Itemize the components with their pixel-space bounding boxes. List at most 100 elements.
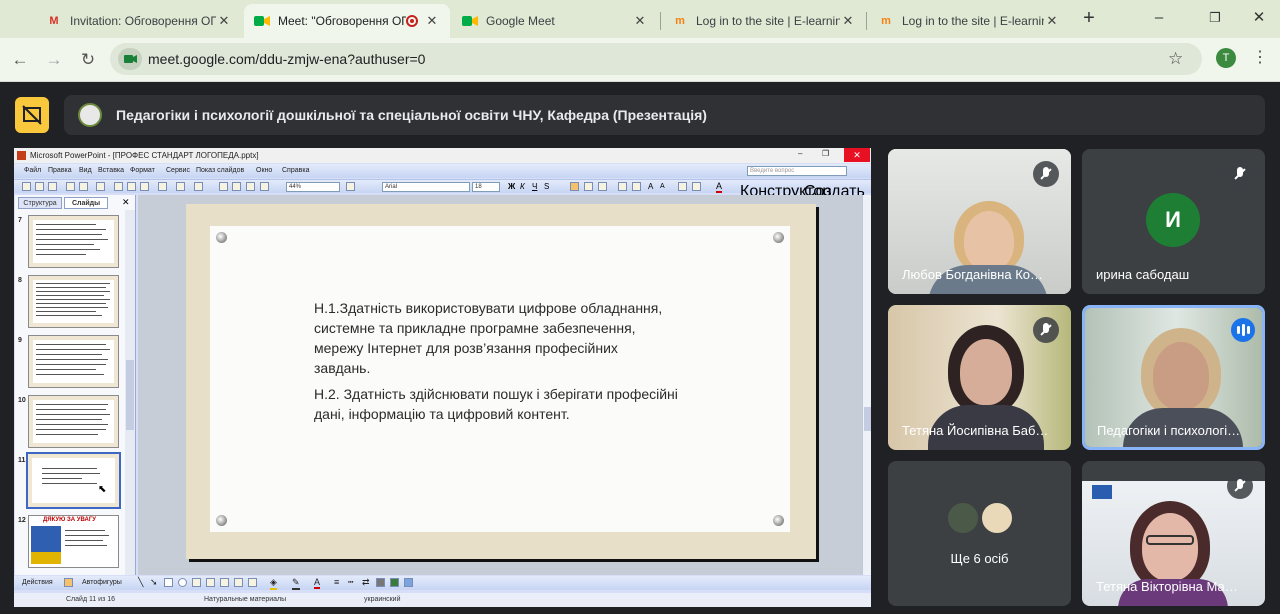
expand-icon[interactable] (260, 182, 269, 191)
menu-insert[interactable]: Вставка (98, 167, 124, 174)
shadow-style-icon[interactable] (376, 578, 385, 587)
dash-style-icon[interactable]: ┅ (348, 577, 353, 588)
forward-icon[interactable]: → (40, 46, 68, 74)
grow-font-icon[interactable]: A (648, 182, 653, 191)
slide-paragraph-1[interactable]: Н.1.Здатність використовувати цифрове об… (314, 298, 674, 378)
tab-outline[interactable]: Структура (18, 197, 62, 209)
table-icon[interactable] (232, 182, 241, 191)
actions-menu[interactable]: Действия (22, 579, 53, 586)
close-tab-icon[interactable]: ✕ (1044, 13, 1060, 29)
slide-thumbnail-8[interactable] (28, 275, 119, 328)
select-icon[interactable] (64, 578, 73, 587)
menu-view[interactable]: Вид (79, 167, 92, 174)
slide-thumbnail-12[interactable]: ДЯКУЮ ЗА УВАГУ (28, 515, 119, 568)
tab-google-meet[interactable]: Google Meet ✕ (452, 4, 658, 38)
paste-icon[interactable] (140, 182, 149, 191)
textbox-icon[interactable] (192, 578, 201, 587)
address-bar[interactable]: meet.google.com/ddu-zmjw-ena?authuser=0 … (110, 43, 1202, 75)
slide-paragraph-2[interactable]: Н.2. Здатність здійснювати пошук і збері… (314, 384, 684, 424)
help-search-input[interactable]: Введите вопрос (747, 166, 847, 176)
oval-icon[interactable] (178, 578, 187, 587)
shrink-font-icon[interactable]: A (660, 183, 665, 190)
close-panel-icon[interactable]: ✕ (122, 197, 130, 208)
bookmark-star-icon[interactable]: ☆ (1168, 49, 1183, 69)
bold-icon[interactable]: Ж (508, 182, 515, 191)
font-color-icon[interactable]: A (716, 181, 723, 193)
spelling-icon[interactable] (96, 182, 105, 191)
cut-icon[interactable] (114, 182, 123, 191)
new-icon[interactable] (22, 182, 31, 191)
underline-icon[interactable]: Ч (532, 182, 537, 191)
menu-edit[interactable]: Правка (48, 167, 72, 174)
redo-icon[interactable] (194, 182, 203, 191)
slide-thumbnail-10[interactable] (28, 395, 119, 448)
close-tab-icon[interactable]: ✕ (216, 13, 232, 29)
tab-invitation[interactable]: M Invitation: Обговорення ОП ✕ (36, 4, 242, 38)
tab-elearning-1[interactable]: m Log in to the site | E-learning ✕ (662, 4, 866, 38)
arrow-style-icon[interactable]: ⇄ (362, 577, 370, 588)
font-color-icon[interactable]: A (314, 577, 321, 589)
more-participants-tile[interactable]: Ще 6 осіб (888, 461, 1071, 606)
font-select[interactable]: Arial (382, 182, 470, 192)
participant-tile-6[interactable]: Тетяна Вікторівна Ма… (1082, 461, 1265, 606)
wordart-icon[interactable] (206, 578, 215, 587)
tab-meet-active[interactable]: Meet: "Обговорення ОП ✕ (244, 4, 450, 38)
browser-menu-icon[interactable]: ⋮ (1252, 50, 1268, 66)
numbering-icon[interactable] (618, 182, 627, 191)
current-slide[interactable]: Н.1.Здатність використовувати цифрове об… (186, 204, 816, 559)
font-size-select[interactable]: 18 (472, 182, 500, 192)
extra-icon[interactable] (404, 578, 413, 587)
line-style-icon[interactable]: ≡ (334, 577, 339, 587)
panel-scrollbar[interactable] (125, 210, 135, 575)
restore-icon[interactable]: ❐ (1200, 6, 1230, 30)
arrow-icon[interactable]: ➘ (150, 577, 158, 588)
profile-avatar[interactable]: T (1216, 48, 1236, 68)
slide-thumbnail-11-selected[interactable]: ⬉ (26, 452, 121, 509)
close-tab-icon[interactable]: ✕ (840, 13, 856, 29)
align-left-icon[interactable] (570, 182, 579, 191)
participant-tile-3[interactable]: Тетяна Йосипівна Баб… (888, 305, 1071, 450)
participant-tile-2[interactable]: И ирина сабодаш (1082, 149, 1265, 294)
align-right-icon[interactable] (598, 182, 607, 191)
canvas-scrollbar[interactable] (862, 195, 871, 575)
copy-icon[interactable] (127, 182, 136, 191)
chart-icon[interactable] (219, 182, 228, 191)
canvas-scroll-thumb[interactable] (864, 407, 871, 431)
panel-scroll-thumb[interactable] (126, 360, 134, 430)
picture-icon[interactable] (248, 578, 257, 587)
tab-elearning-2[interactable]: m Log in to the site | E-learning ✕ (868, 4, 1070, 38)
menu-file[interactable]: Файл (24, 167, 41, 174)
reload-icon[interactable]: ↻ (74, 46, 102, 74)
fill-color-icon[interactable]: ◈ (270, 577, 277, 590)
site-info-icon[interactable] (118, 48, 142, 70)
stop-presenting-button[interactable] (15, 97, 49, 133)
bullets-icon[interactable] (632, 182, 641, 191)
clipart-icon[interactable] (234, 578, 243, 587)
menu-format[interactable]: Формат (130, 167, 155, 174)
participant-tile-4-speaking[interactable]: Педагогіки і психологі… (1082, 305, 1265, 450)
menu-help[interactable]: Справка (282, 167, 309, 174)
back-icon[interactable]: ← (6, 46, 34, 74)
ppt-close-icon[interactable]: ✕ (844, 148, 870, 162)
decrease-indent-icon[interactable] (678, 182, 687, 191)
save-icon[interactable] (48, 182, 57, 191)
increase-indent-icon[interactable] (692, 182, 701, 191)
format-painter-icon[interactable] (158, 182, 167, 191)
undo-icon[interactable] (176, 182, 185, 191)
ppt-minimize-icon[interactable]: – (798, 149, 812, 161)
rectangle-icon[interactable] (164, 578, 173, 587)
menu-slideshow[interactable]: Показ слайдов (196, 167, 244, 174)
align-center-icon[interactable] (584, 182, 593, 191)
close-tab-icon[interactable]: ✕ (632, 13, 648, 29)
new-tab-icon[interactable]: + (1074, 6, 1104, 30)
menu-window[interactable]: Окно (256, 167, 272, 174)
close-window-icon[interactable]: ✕ (1244, 6, 1274, 30)
slide-thumbnail-7[interactable] (28, 215, 119, 268)
line-icon[interactable]: ╲ (138, 577, 143, 588)
autoshapes-menu[interactable]: Автофигуры (82, 579, 122, 586)
grid-icon[interactable] (246, 182, 255, 191)
preview-icon[interactable] (79, 182, 88, 191)
ppt-restore-icon[interactable]: ❐ (822, 149, 836, 161)
menu-tools[interactable]: Сервис (166, 167, 190, 174)
help-icon[interactable] (346, 182, 355, 191)
